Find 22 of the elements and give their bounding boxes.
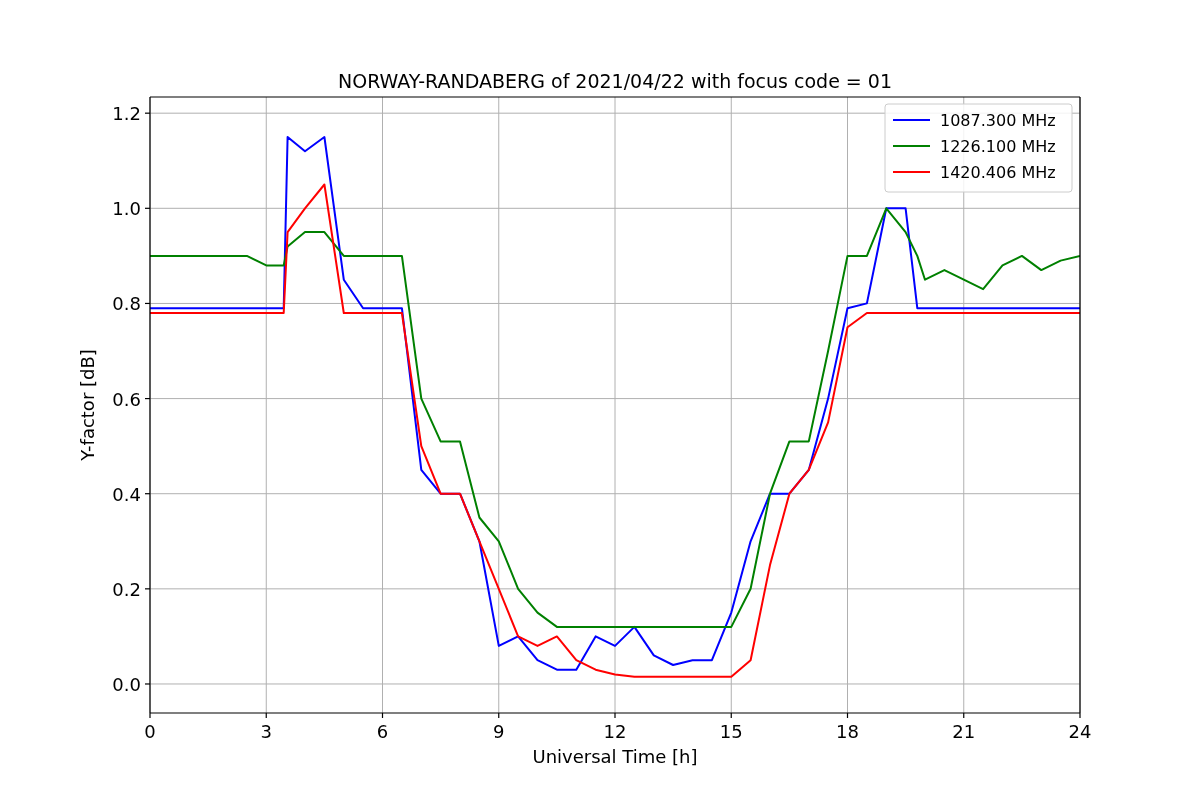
tick-label: 0 (144, 721, 156, 742)
tick-label: 0.4 (112, 483, 141, 505)
legend-label: 1087.300 MHz (940, 111, 1056, 130)
tick-label: 9 (493, 721, 505, 742)
tick-label: 1.2 (112, 103, 141, 125)
legend-label: 1420.406 MHz (940, 163, 1056, 182)
tick-label: 21 (952, 721, 976, 742)
tick-label: 3 (260, 721, 272, 742)
tick-label: 0.8 (112, 293, 141, 315)
tick-label: 0.2 (112, 578, 141, 600)
tick-label: 1.0 (112, 198, 141, 220)
tick-label: 0.0 (112, 674, 141, 695)
tick-label: 18 (836, 721, 859, 742)
chart-title: NORWAY-RANDABERG of 2021/04/22 with focus code = 01 (338, 70, 892, 92)
legend-label: 1226.100 MHz (940, 137, 1056, 156)
axis-label: Y-factor [dB] (77, 349, 98, 461)
tick-label: 24 (1068, 721, 1092, 742)
tick-label: 15 (719, 721, 743, 742)
tick-label: 12 (603, 721, 627, 742)
tick-label: 6 (376, 721, 389, 742)
tick-label: 0.6 (112, 388, 141, 410)
axis-label: Universal Time [h] (532, 746, 698, 767)
